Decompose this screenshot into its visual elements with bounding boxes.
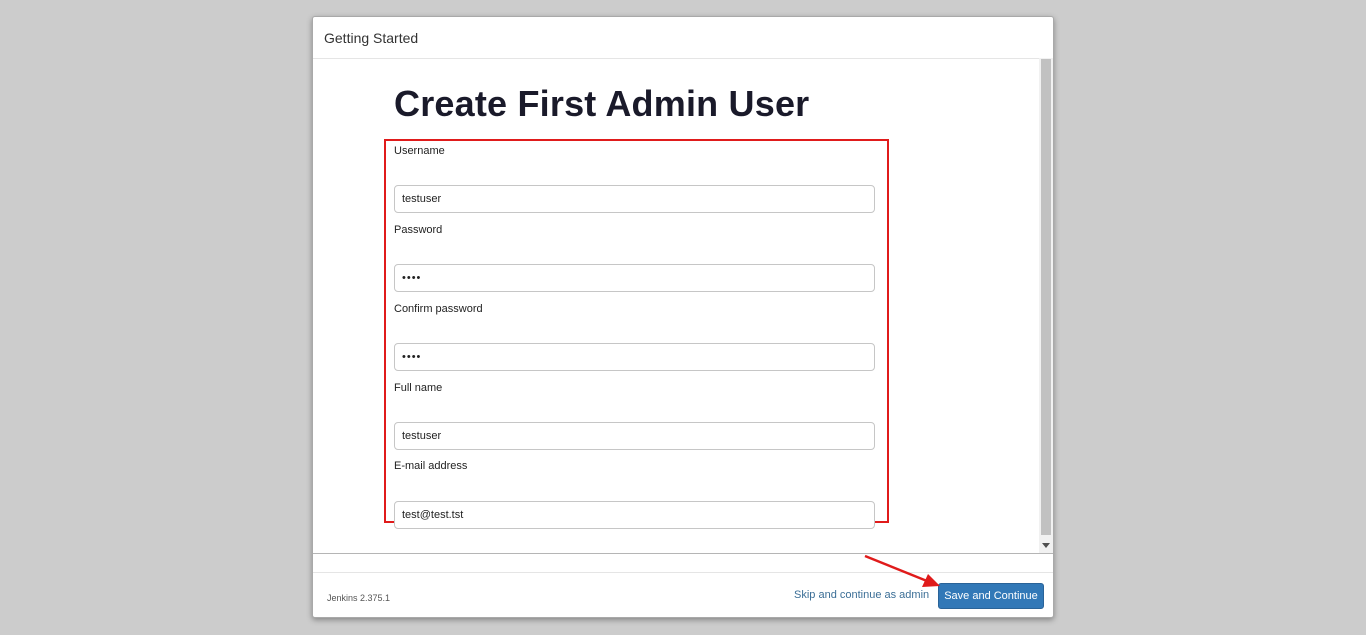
full-name-input[interactable]: [394, 422, 875, 450]
page-title: Create First Admin User: [394, 83, 810, 124]
password-input[interactable]: [394, 264, 875, 292]
footer-divider-secondary: [313, 572, 1053, 573]
dialog-header: Getting Started: [313, 17, 1053, 59]
confirm-password-label: Confirm password: [394, 303, 483, 315]
vertical-scrollbar[interactable]: [1039, 58, 1053, 553]
email-label: E-mail address: [394, 460, 468, 472]
setup-dialog: Getting Started Create First Admin User …: [312, 16, 1054, 618]
content-area: Create First Admin User Username Passwor…: [313, 58, 1039, 553]
password-label: Password: [394, 224, 443, 236]
username-input[interactable]: [394, 185, 875, 213]
footer-divider: [313, 553, 1053, 554]
email-input[interactable]: [394, 501, 875, 529]
chevron-down-icon[interactable]: [1039, 539, 1053, 553]
version-label: Jenkins 2.375.1: [327, 593, 391, 603]
skip-and-continue-link[interactable]: Skip and continue as admin: [794, 589, 929, 601]
dialog-body: Create First Admin User Username Passwor…: [313, 58, 1053, 553]
username-label: Username: [394, 145, 445, 157]
dialog-title: Getting Started: [324, 30, 419, 46]
confirm-password-input[interactable]: [394, 343, 875, 371]
full-name-label: Full name: [394, 382, 443, 394]
save-and-continue-button[interactable]: Save and Continue: [938, 583, 1044, 609]
scrollbar-thumb[interactable]: [1041, 59, 1051, 535]
